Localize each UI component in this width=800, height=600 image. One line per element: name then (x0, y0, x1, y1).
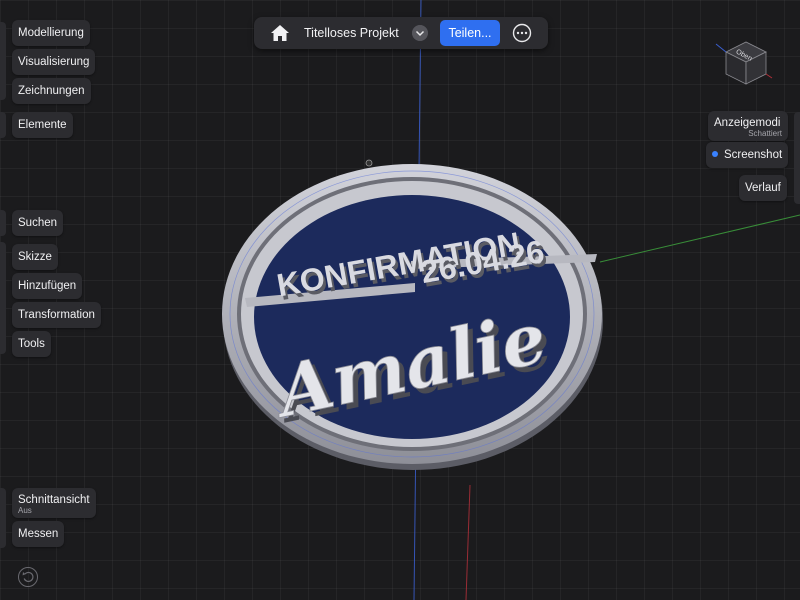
screenshot-label: Screenshot (724, 149, 783, 161)
tools-button[interactable]: Tools (12, 331, 51, 357)
add-button[interactable]: Hinzufügen (12, 273, 83, 299)
home-icon[interactable] (270, 24, 290, 42)
measure-button[interactable]: Messen (12, 521, 65, 547)
sketch-button[interactable]: Skizze (12, 244, 58, 270)
search-button[interactable]: Suchen (12, 210, 64, 236)
display-mode-value: Schattiert (748, 129, 782, 138)
3d-viewport[interactable]: KONFIRMATION KONFIRMATION 26.04.26 26.04… (0, 0, 800, 600)
transformation-button[interactable]: Transformation (12, 302, 101, 328)
left-toolbar-edge (0, 22, 6, 100)
undo-icon[interactable] (18, 567, 38, 587)
left-toolbar-edge (0, 210, 6, 236)
right-toolbar-edge (794, 112, 800, 204)
elements-button[interactable]: Elemente (12, 112, 73, 138)
share-button[interactable]: Teilen... (440, 20, 500, 46)
visualisation-tab[interactable]: Visualisierung (12, 49, 96, 75)
section-view-label: Schnittansicht (18, 494, 90, 506)
left-toolbar-edge (0, 242, 6, 354)
display-mode-button[interactable]: Anzeigemodi Schattiert (708, 111, 788, 141)
chevron-down-icon[interactable] (412, 25, 428, 41)
ellipsis-icon[interactable] (512, 23, 532, 43)
screenshot-button[interactable]: Screenshot (706, 142, 789, 168)
view-cube[interactable]: Oben (714, 38, 774, 86)
modelling-tab[interactable]: Modellierung (12, 20, 90, 46)
project-title[interactable]: Titelloses Projekt (304, 17, 399, 49)
record-dot-icon (712, 150, 718, 157)
section-view-state: Aus (18, 506, 32, 515)
history-button[interactable]: Verlauf (739, 175, 787, 201)
left-toolbar-edge (0, 112, 6, 138)
section-view-button[interactable]: Schnittansicht Aus (12, 488, 96, 518)
left-toolbar-edge (0, 488, 6, 548)
konfirmation-medallion-model[interactable]: KONFIRMATION KONFIRMATION 26.04.26 26.04… (215, 148, 610, 478)
display-mode-label: Anzeigemodi (714, 117, 781, 129)
project-toolbar: Titelloses Projekt Teilen... (254, 17, 548, 49)
drawings-tab[interactable]: Zeichnungen (12, 78, 91, 104)
